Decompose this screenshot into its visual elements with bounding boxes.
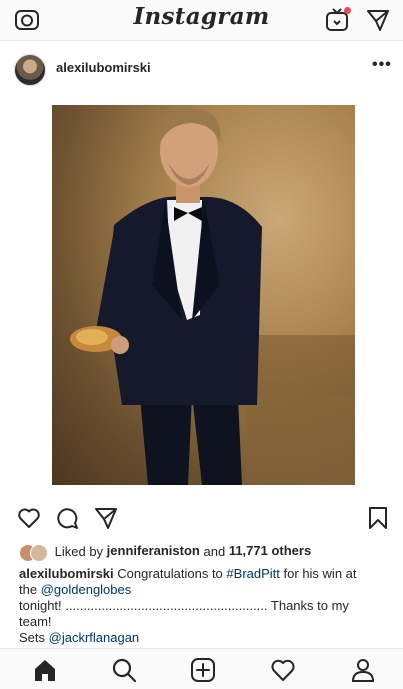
caption-line: team! <box>19 614 52 629</box>
caption-line: Sets @jackrflanagan <box>19 630 389 646</box>
caption-line: alexilubomirski Congratulations to #Brad… <box>19 566 389 582</box>
profile-icon[interactable] <box>350 657 376 683</box>
caption-text: Sets <box>19 630 46 645</box>
top-bar: Instagram <box>0 0 403 41</box>
caption-line: the @goldenglobes <box>19 582 389 598</box>
share-send-icon[interactable] <box>94 506 118 530</box>
direct-send-icon[interactable] <box>366 8 390 32</box>
like-heart-icon[interactable] <box>17 506 41 530</box>
caption-text: the <box>19 582 38 597</box>
caption-mention[interactable]: @goldenglobes <box>41 582 132 597</box>
bottom-nav <box>0 648 403 689</box>
liker-avatar <box>30 543 48 562</box>
notification-dot <box>344 7 351 14</box>
caption-author[interactable]: alexilubomirski <box>19 566 114 581</box>
home-icon[interactable] <box>32 657 58 683</box>
comment-icon[interactable] <box>55 506 79 530</box>
liker-username[interactable]: jenniferaniston <box>107 543 200 558</box>
caption-mention[interactable]: @jackrflanagan <box>49 630 140 645</box>
likes-and: and <box>203 544 226 560</box>
avatar[interactable] <box>14 54 46 86</box>
liker-avatars <box>19 543 51 562</box>
post-actions <box>0 502 403 532</box>
save-bookmark-icon[interactable] <box>366 506 390 530</box>
caption-text: for his win at <box>283 566 357 581</box>
search-icon[interactable] <box>111 657 137 683</box>
likes-count[interactable]: 11,771 others <box>229 543 311 558</box>
post-username[interactable]: alexilubomirski <box>56 60 151 75</box>
likes-summary[interactable]: Liked by jenniferaniston and 11,771 othe… <box>19 543 311 562</box>
post-header: alexilubomirski ••• <box>0 40 403 96</box>
caption-line: tonight! ...............................… <box>19 598 349 613</box>
likes-prefix: Liked by <box>54 544 104 560</box>
caption-hashtag[interactable]: #BradPitt <box>226 566 279 581</box>
igtv-icon[interactable] <box>325 7 351 33</box>
more-options-button[interactable]: ••• <box>372 56 392 74</box>
post-photo[interactable] <box>52 105 355 485</box>
caption-text: Congratulations to <box>117 566 223 581</box>
activity-heart-icon[interactable] <box>270 657 296 683</box>
post-photo-illustration <box>70 108 355 485</box>
new-post-icon[interactable] <box>190 657 216 683</box>
post-caption: alexilubomirski Congratulations to #Brad… <box>19 566 389 646</box>
